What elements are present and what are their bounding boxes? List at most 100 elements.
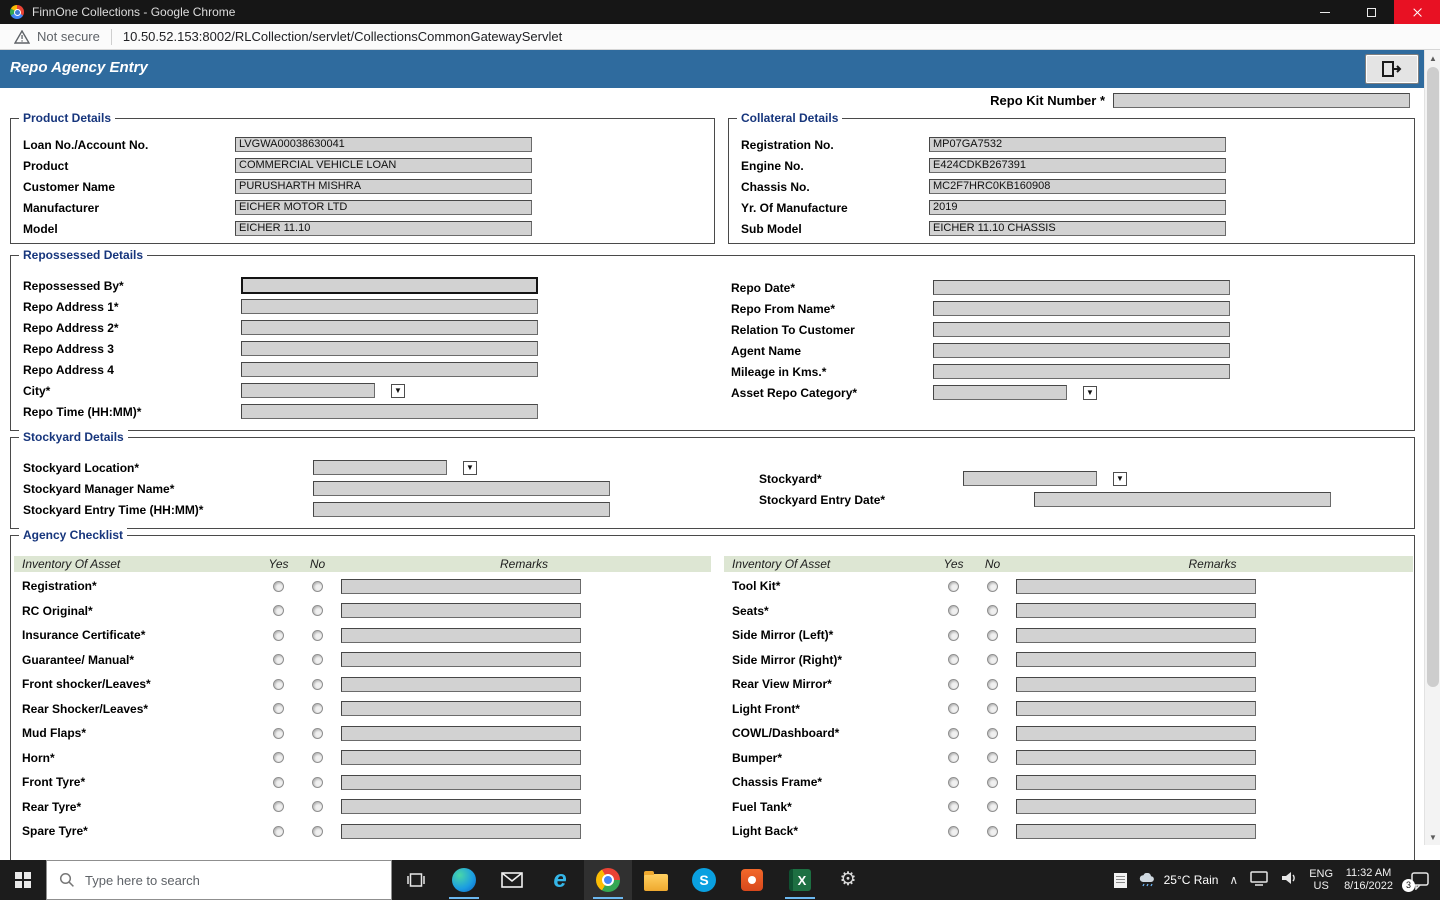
light-back-yes-radio[interactable] <box>948 826 959 837</box>
side-mirror-right-remarks-input[interactable] <box>1016 652 1256 667</box>
rc-original-no-radio[interactable] <box>312 605 323 616</box>
light-front-yes-radio[interactable] <box>948 703 959 714</box>
light-back-no-radio[interactable] <box>987 826 998 837</box>
fuel-tank-no-radio[interactable] <box>987 801 998 812</box>
rear-tyre-yes-radio[interactable] <box>273 801 284 812</box>
horn-yes-radio[interactable] <box>273 752 284 763</box>
internet-explorer-icon[interactable]: e <box>536 860 584 900</box>
fuel-tank-yes-radio[interactable] <box>948 801 959 812</box>
light-back-remarks-input[interactable] <box>1016 824 1256 839</box>
bumper-no-radio[interactable] <box>987 752 998 763</box>
mud-flaps-yes-radio[interactable] <box>273 728 284 739</box>
front-shocker-leaves-remarks-input[interactable] <box>341 677 581 692</box>
rc-original-remarks-input[interactable] <box>341 603 581 618</box>
excel-icon[interactable]: X <box>776 860 824 900</box>
exit-button[interactable] <box>1365 54 1419 84</box>
side-mirror-left-yes-radio[interactable] <box>948 630 959 641</box>
spare-tyre-yes-radio[interactable] <box>273 826 284 837</box>
rear-shocker-leaves-no-radio[interactable] <box>312 703 323 714</box>
registration-yes-radio[interactable] <box>273 581 284 592</box>
insurance-certificate-remarks-input[interactable] <box>341 628 581 643</box>
task-view-button[interactable] <box>392 860 440 900</box>
close-button[interactable] <box>1394 0 1440 24</box>
network-icon[interactable] <box>1249 870 1269 891</box>
vertical-scrollbar[interactable]: ▲ ▼ <box>1424 50 1440 845</box>
cowl-dashboard-no-radio[interactable] <box>987 728 998 739</box>
guarantee-manual-remarks-input[interactable] <box>341 652 581 667</box>
repo-address-4-input[interactable] <box>241 362 538 377</box>
address-bar[interactable]: Not secure 10.50.52.153:8002/RLCollectio… <box>0 24 1440 50</box>
fuel-tank-remarks-input[interactable] <box>1016 799 1256 814</box>
stockyard-location-select[interactable] <box>313 460 447 475</box>
guarantee-manual-no-radio[interactable] <box>312 654 323 665</box>
repo-time-hh-mm-input[interactable] <box>241 404 538 419</box>
minimize-button[interactable] <box>1302 0 1348 24</box>
side-mirror-right-yes-radio[interactable] <box>948 654 959 665</box>
mud-flaps-no-radio[interactable] <box>312 728 323 739</box>
stockyard-entry-date-input[interactable] <box>1034 492 1331 507</box>
rear-shocker-leaves-yes-radio[interactable] <box>273 703 284 714</box>
edge-icon[interactable] <box>440 860 488 900</box>
front-tyre-no-radio[interactable] <box>312 777 323 788</box>
language-indicator[interactable]: ENG US <box>1309 868 1333 892</box>
repo-kit-number-input[interactable] <box>1113 93 1410 108</box>
chassis-frame-no-radio[interactable] <box>987 777 998 788</box>
sub-model-input[interactable]: EICHER 11.10 CHASSIS <box>929 221 1226 236</box>
notification-center-button[interactable]: 3 <box>1410 871 1430 890</box>
city-dropdown-button[interactable]: ▼ <box>391 384 405 398</box>
tool-kit-remarks-input[interactable] <box>1016 579 1256 594</box>
side-mirror-right-no-radio[interactable] <box>987 654 998 665</box>
front-shocker-leaves-no-radio[interactable] <box>312 679 323 690</box>
volume-icon[interactable] <box>1280 870 1298 891</box>
asset-repo-category-select[interactable] <box>933 385 1067 400</box>
city-select[interactable] <box>241 383 375 398</box>
stockyard-select[interactable] <box>963 471 1097 486</box>
repo-address-3-input[interactable] <box>241 341 538 356</box>
side-mirror-left-no-radio[interactable] <box>987 630 998 641</box>
start-button[interactable] <box>0 860 46 900</box>
repo-date-input[interactable] <box>933 280 1230 295</box>
horn-remarks-input[interactable] <box>341 750 581 765</box>
scroll-up-button[interactable]: ▲ <box>1425 50 1440 66</box>
chassis-no-input[interactable]: MC2F7HRC0KB160908 <box>929 179 1226 194</box>
bumper-remarks-input[interactable] <box>1016 750 1256 765</box>
rear-shocker-leaves-remarks-input[interactable] <box>341 701 581 716</box>
model-input[interactable]: EICHER 11.10 <box>235 221 532 236</box>
mileage-in-kms-input[interactable] <box>933 364 1230 379</box>
scrollbar-thumb[interactable] <box>1427 67 1439 687</box>
product-input[interactable]: COMMERCIAL VEHICLE LOAN <box>235 158 532 173</box>
bumper-yes-radio[interactable] <box>948 752 959 763</box>
mud-flaps-remarks-input[interactable] <box>341 726 581 741</box>
manufacturer-input[interactable]: EICHER MOTOR LTD <box>235 200 532 215</box>
url-text[interactable]: 10.50.52.153:8002/RLCollection/servlet/C… <box>123 29 562 44</box>
front-tyre-remarks-input[interactable] <box>341 775 581 790</box>
engine-no-input[interactable]: E424CDKB267391 <box>929 158 1226 173</box>
mail-icon[interactable] <box>488 860 536 900</box>
rear-tyre-remarks-input[interactable] <box>341 799 581 814</box>
maximize-button[interactable] <box>1348 0 1394 24</box>
stockyard-location-dropdown-button[interactable]: ▼ <box>463 461 477 475</box>
taskbar-search[interactable]: Type here to search <box>46 860 392 900</box>
seats-no-radio[interactable] <box>987 605 998 616</box>
rear-view-mirror-yes-radio[interactable] <box>948 679 959 690</box>
customer-name-input[interactable]: PURUSHARTH MISHRA <box>235 179 532 194</box>
light-front-no-radio[interactable] <box>987 703 998 714</box>
skype-icon[interactable]: S <box>680 860 728 900</box>
guarantee-manual-yes-radio[interactable] <box>273 654 284 665</box>
registration-no-input[interactable]: MP07GA7532 <box>929 137 1226 152</box>
taskbar-clock[interactable]: 11:32 AM 8/16/2022 <box>1344 867 1393 893</box>
spare-tyre-no-radio[interactable] <box>312 826 323 837</box>
agent-name-input[interactable] <box>933 343 1230 358</box>
repo-address-2-input[interactable] <box>241 320 538 335</box>
tray-app-icon[interactable] <box>1114 873 1127 888</box>
tray-chevron-icon[interactable]: ∧ <box>1229 873 1238 887</box>
yr-of-manufacture-input[interactable]: 2019 <box>929 200 1226 215</box>
repo-address-1-input[interactable] <box>241 299 538 314</box>
registration-no-radio[interactable] <box>312 581 323 592</box>
stockyard-manager-name-input[interactable] <box>313 481 610 496</box>
rear-view-mirror-remarks-input[interactable] <box>1016 677 1256 692</box>
repossessed-by-input[interactable] <box>241 277 538 294</box>
front-shocker-leaves-yes-radio[interactable] <box>273 679 284 690</box>
repo-from-name-input[interactable] <box>933 301 1230 316</box>
loan-no-account-no-input[interactable]: LVGWA00038630041 <box>235 137 532 152</box>
